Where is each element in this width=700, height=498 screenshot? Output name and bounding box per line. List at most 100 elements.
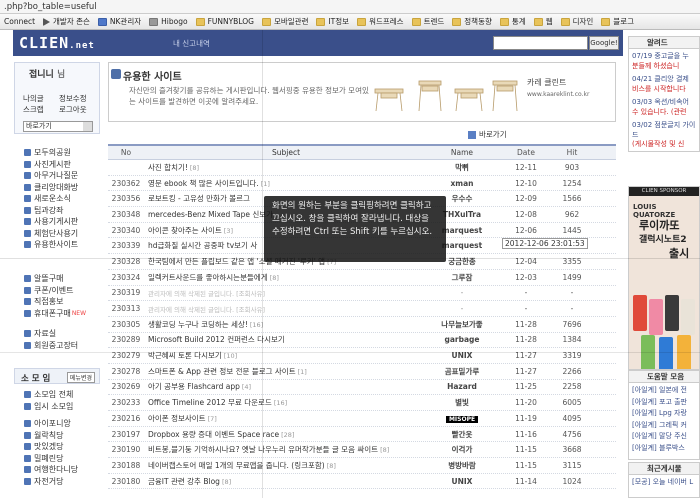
row-subject[interactable]: 관리자에 의해 삭제된 글입니다. [조회사유]: [144, 288, 424, 298]
row-subject-text[interactable]: hd급화질 실시간 공중파 tv보기 사: [148, 241, 257, 250]
notice-item[interactable]: 03/03 옥션/비속어 수 있습니다. (관련: [632, 98, 696, 117]
side-menu-item[interactable]: 회원중고장터: [24, 340, 78, 352]
side-menu-item[interactable]: 아무거나질문: [24, 170, 78, 182]
row-author[interactable]: Hazard: [424, 382, 500, 391]
row-subject-text[interactable]: 사진 합치기!: [148, 163, 188, 172]
bookmark-item[interactable]: 정책동향: [448, 16, 496, 27]
bookmark-item[interactable]: 워드프레스: [353, 16, 408, 27]
address-bar[interactable]: .php?bo_table=useful: [0, 0, 700, 14]
row-author[interactable]: MISOPE: [424, 414, 500, 423]
tip-item[interactable]: [아일계] 말당 주신: [632, 432, 696, 442]
scrap-link[interactable]: 스크랩: [23, 104, 59, 115]
tip-item[interactable]: [아일계] 블루박스: [632, 444, 696, 454]
side-menu-item[interactable]: 자전거당: [24, 476, 78, 488]
row-author[interactable]: UNIX: [424, 477, 500, 486]
row-subject[interactable]: Office Timeline 2012 무료 다운로드 [16]: [144, 397, 424, 408]
bookmark-item[interactable]: 개발자 존슨: [39, 16, 94, 27]
row-subject-text[interactable]: 영문 ebook 책 많은 사이트입니다.: [148, 179, 259, 188]
row-subject-text[interactable]: 스마트폰 & App 관련 정보 전문 블로그 사이트: [148, 367, 296, 376]
notice-item[interactable]: 03/02 점문글지 가이드 (게시물작성 및 신: [632, 121, 696, 150]
sponsor-ad[interactable]: CLIEN SPONSOR LOUIS QUATORZE 루이까또 갤럭시노트2…: [628, 186, 700, 370]
row-subject-text[interactable]: 일렉커트사운드를 좋아하시는분들에게: [148, 273, 268, 282]
side-menu-item[interactable]: 사용기게시판: [24, 216, 78, 228]
side-menu-item[interactable]: 소모임 전체: [24, 389, 73, 401]
tip-item[interactable]: [아일계] 그레픽 커: [632, 421, 696, 431]
row-subject[interactable]: Dropbox 용량 증대 이벤트 Space race [28]: [144, 429, 424, 440]
side-menu-item[interactable]: 임시 소모임: [24, 401, 73, 413]
row-subject[interactable]: 스마트폰 & App 관련 정보 전문 블로그 사이트 [1]: [144, 366, 424, 377]
row-subject-text[interactable]: Office Timeline 2012 무료 다운로드: [148, 398, 272, 407]
side-menu-item[interactable]: 새로운소식: [24, 193, 78, 205]
side-menu-item[interactable]: 직접홍보: [24, 296, 86, 308]
search-button[interactable]: Google!: [589, 36, 619, 50]
row-author[interactable]: garbage: [424, 335, 500, 344]
bookmark-item[interactable]: 블로그: [597, 16, 638, 27]
row-author[interactable]: 그루잠: [424, 272, 500, 283]
row-author[interactable]: -: [424, 304, 500, 313]
row-author[interactable]: 곰표밀가루: [424, 366, 500, 377]
row-subject[interactable]: 비트봉,블기둥 기억하시나요? 옛날 나우누리 유머작가분들 글 모음 싸이트[…: [144, 444, 424, 455]
row-subject[interactable]: 아기 공부용 Flashcard app [4]: [144, 381, 424, 392]
row-subject[interactable]: 일렉커트사운드를 좋아하시는분들에게 [8]: [144, 272, 424, 283]
row-author[interactable]: 이걱가: [424, 444, 500, 455]
row-subject[interactable]: 아이폰 정보사이트 [7]: [144, 413, 424, 424]
bookmark-item[interactable]: FUNNYBLOG: [192, 17, 258, 26]
row-subject-text[interactable]: 관리자에 의해 삭제된 글입니다. [조회사유]: [148, 290, 265, 298]
side-menu-item[interactable]: 유용한사이트: [24, 239, 78, 251]
row-subject-text[interactable]: 비트봉,블기둥 기억하시나요? 옛날 나우누리 유머작가분들 글 모음 싸이트: [148, 445, 378, 454]
row-subject[interactable]: Microsoft Build 2012 컨퍼런스 다시보기: [144, 334, 424, 345]
row-subject-text[interactable]: 관리자에 의해 삭제된 글입니다. [조회사유]: [148, 306, 265, 314]
bookmark-item[interactable]: 웹: [530, 16, 557, 27]
bookmark-item[interactable]: 트렌드: [408, 16, 449, 27]
row-subject-text[interactable]: mercedes-Benz Mixed Tape 신보가: [148, 210, 273, 219]
row-subject-text[interactable]: 아기 공부용 Flashcard app: [148, 382, 240, 391]
row-subject-text[interactable]: 아이폰 정보사이트: [148, 414, 206, 423]
side-menu-item[interactable]: 월락칙당: [24, 430, 78, 442]
goto-link[interactable]: 바로가기: [468, 129, 507, 140]
row-author[interactable]: 별빛: [424, 397, 500, 408]
search-input[interactable]: [493, 36, 588, 50]
row-subject-text[interactable]: 금융IT 관련 강추 Blog: [148, 477, 220, 486]
notice-item[interactable]: 07/19 중고글을 누 분들께 하셨습니: [632, 52, 696, 71]
header-subtitle[interactable]: 내 신고내역: [173, 38, 210, 49]
row-subject-text[interactable]: Dropbox 용량 증대 이벤트 Space race: [148, 430, 279, 439]
tip-item[interactable]: [아일계] 일본에 전: [632, 386, 696, 396]
furniture-ad-image[interactable]: [371, 77, 521, 113]
row-subject-text[interactable]: 네이버캡스토어 매일 1개의 무료앱을 줍니다. (링크포함): [148, 461, 325, 470]
bookmark-item[interactable]: IT정보: [312, 16, 353, 27]
bookmark-item[interactable]: 디자인: [557, 16, 598, 27]
side-menu-item[interactable]: 팁과강좌: [24, 205, 78, 217]
row-subject-text[interactable]: 아이콘 찾아주는 사이트: [148, 226, 222, 235]
side-menu-item[interactable]: 알뜰구매: [24, 273, 86, 285]
menu-change-button[interactable]: 메뉴변경: [66, 372, 95, 383]
edit-info-link[interactable]: 정보수정: [59, 93, 95, 104]
side-menu-item[interactable]: 클리앙대화방: [24, 182, 78, 194]
row-subject[interactable]: 네이버캡스토어 매일 1개의 무료앱을 줍니다. (링크포함) [8]: [144, 460, 424, 471]
quick-goto-select[interactable]: 바로가기: [23, 121, 93, 132]
row-author[interactable]: 빨간옷: [424, 429, 500, 440]
row-subject-text[interactable]: 로보트킹 - 고유성 만화가 볼르그: [148, 194, 250, 203]
side-menu-item[interactable]: 모두의공원: [24, 147, 78, 159]
row-subject[interactable]: 영문 ebook 책 많은 사이트입니다. [1]: [144, 178, 424, 189]
row-subject[interactable]: 관리자에 의해 삭제된 글입니다. [조회사유]: [144, 304, 424, 314]
site-logo[interactable]: CLIEN.net: [19, 34, 95, 52]
my-posts-link[interactable]: 나의글: [23, 93, 59, 104]
row-subject[interactable]: 금융IT 관련 강추 Blog [8]: [144, 476, 424, 487]
side-menu-item[interactable]: 휴대폰구매 NEW: [24, 308, 86, 320]
row-author[interactable]: 병방바람: [424, 460, 500, 471]
bookmark-item[interactable]: 통계: [496, 16, 530, 27]
bookmark-item[interactable]: Hibogo: [145, 17, 191, 26]
bookmark-item[interactable]: NK관리자: [94, 16, 145, 27]
side-menu-item[interactable]: 맛있겠당: [24, 441, 78, 453]
tip-item[interactable]: [아일계] 포고 출판: [632, 398, 696, 408]
side-menu-item[interactable]: 여행한다니당: [24, 464, 78, 476]
side-menu-item[interactable]: 아이포니앙: [24, 418, 78, 430]
side-menu-item[interactable]: 체험단사용기: [24, 228, 78, 240]
tip-item[interactable]: [아일계] Lpg 자랑: [632, 409, 696, 419]
row-subject[interactable]: 사진 합치기! [8]: [144, 162, 424, 173]
row-subject-text[interactable]: 생활코딩 누구나 코딩하는 세상!: [148, 320, 248, 329]
side-menu-item[interactable]: 자료실: [24, 328, 78, 340]
side-menu-item[interactable]: 밀폐린당: [24, 453, 78, 465]
row-author[interactable]: xman: [424, 179, 500, 188]
notice-item[interactable]: 04/21 클리앙 결제 비스를 시작합니다: [632, 75, 696, 94]
